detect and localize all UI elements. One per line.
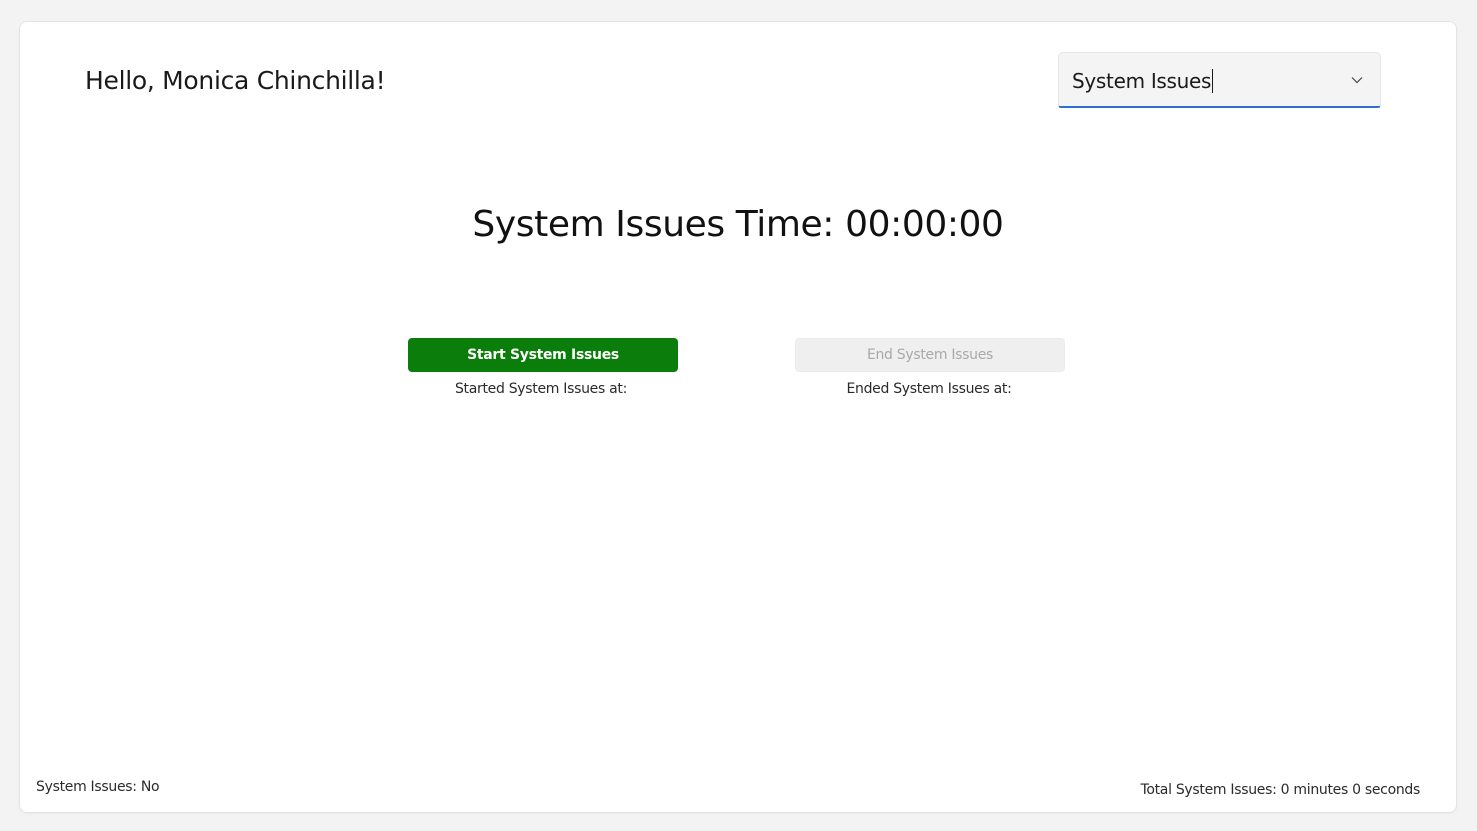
greeting-heading: Hello, Monica Chinchilla! xyxy=(85,66,386,95)
text-caret xyxy=(1212,69,1214,93)
started-at-label: Started System Issues at: xyxy=(454,381,628,397)
ended-at-label: Ended System Issues at: xyxy=(846,381,1012,397)
category-combobox-value[interactable]: System Issues xyxy=(1072,69,1214,93)
category-combobox[interactable]: System Issues xyxy=(1058,52,1381,108)
end-system-issues-button[interactable]: End System Issues xyxy=(795,338,1065,372)
timer-display: System Issues Time: 00:00:00 xyxy=(472,204,1004,245)
status-text: System Issues: No xyxy=(36,779,160,795)
category-combobox-text: System Issues xyxy=(1072,69,1212,93)
main-card: Hello, Monica Chinchilla! System Issues … xyxy=(19,21,1457,813)
start-system-issues-button[interactable]: Start System Issues xyxy=(408,338,678,372)
total-duration-text: Total System Issues: 0 minutes 0 seconds xyxy=(1140,782,1420,798)
chevron-down-icon[interactable] xyxy=(1350,73,1364,87)
